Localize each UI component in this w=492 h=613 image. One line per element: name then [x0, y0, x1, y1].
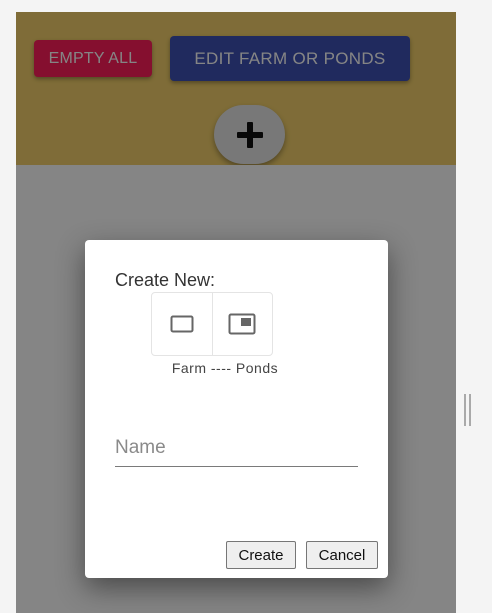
create-button[interactable]: Create [226, 541, 296, 569]
dialog-title: Create New: [115, 270, 216, 290]
ponds-option-button[interactable] [211, 293, 273, 355]
name-input[interactable] [115, 430, 358, 467]
cancel-button[interactable]: Cancel [306, 541, 378, 569]
ponds-picture-in-picture-icon [228, 313, 256, 335]
farm-ponds-toggle-group [151, 292, 273, 356]
create-new-dialog: Create New: Farm ---- Ponds Create Cance… [85, 240, 388, 578]
choice-caption: Farm ---- Ponds [171, 360, 279, 376]
farm-option-button[interactable] [152, 293, 212, 355]
farm-square-outline-icon [170, 315, 194, 333]
resize-handle[interactable] [464, 394, 472, 426]
